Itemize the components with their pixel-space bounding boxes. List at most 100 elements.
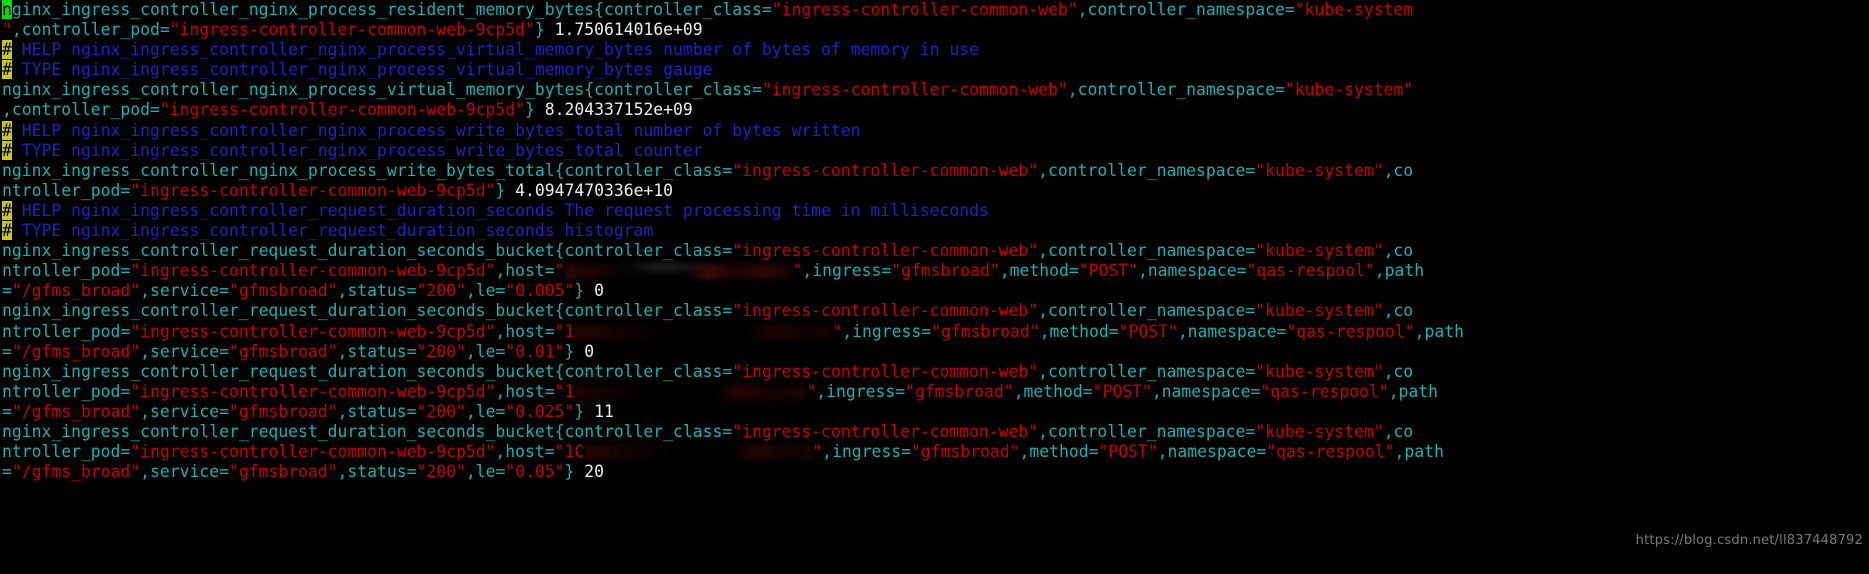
label-value-token: "POST" (1118, 321, 1178, 341)
metric-key-token: ,host= (495, 321, 555, 341)
label-value-token: "kube-system" (1255, 301, 1384, 321)
metric-key-token: ,namespace= (1151, 381, 1261, 401)
label-value-token: "qas-respool" (1246, 261, 1375, 281)
label-value-token: "1 (554, 321, 575, 341)
metric-key-token: nginx_ingress_controller_request_duratio… (2, 361, 733, 381)
metric-key-token: ginx_ingress_controller_nginx_process_re… (11, 0, 772, 19)
metric-key-token: = (2, 401, 12, 421)
metric-key-token: ntroller_pod= (2, 321, 131, 341)
metric-key-token: ntroller_pod= (2, 180, 131, 200)
metric-key-token: ,ingress= (822, 442, 911, 462)
sample-value-token: 0 (574, 341, 595, 361)
label-value-token: "/gfms_broad" (11, 281, 141, 301)
metric-key-token: ,status= (337, 462, 417, 482)
label-value-token: "/gfms_broad" (11, 341, 141, 361)
metric-key-token: ,host= (495, 261, 555, 281)
metric-key-token: ,host= (495, 381, 555, 401)
metrics-line: nginx_ingress_controller_request_duratio… (0, 301, 1869, 321)
comment-text: HELP nginx_ingress_controller_nginx_proc… (11, 40, 979, 60)
metric-key-token: ,controller_namespace= (1038, 421, 1256, 441)
label-value-token: " (554, 261, 565, 281)
comment-text: TYPE nginx_ingress_controller_nginx_proc… (11, 60, 713, 80)
label-value-token: "ingress-controller-common-web-9cp5d" (159, 100, 526, 120)
metrics-line: # HELP nginx_ingress_controller_request_… (0, 200, 1869, 221)
label-value-token: "gfmsbroad" (228, 341, 338, 361)
metric-key-token: ,path (1414, 321, 1465, 341)
metric-key-token: ,namespace= (1177, 321, 1287, 341)
label-value-token: "kube-system" (1255, 421, 1384, 441)
metric-key-token: } (525, 100, 535, 120)
label-value-token: "ingress-controller-common-web" (732, 160, 1039, 180)
metric-key-token: ,co (1383, 361, 1414, 381)
redacted-host-value (574, 384, 807, 400)
label-value-token: " (832, 321, 843, 341)
comment-hash-marker: # (2, 40, 12, 60)
terminal-output-pane[interactable]: nginx_ingress_controller_nginx_process_r… (0, 0, 1869, 574)
metrics-line: ntroller_pod="ingress-controller-common-… (0, 442, 1869, 462)
label-value-token: "200" (416, 401, 466, 421)
comment-text: TYPE nginx_ingress_controller_nginx_proc… (11, 140, 703, 160)
label-value-token: "ingress-controller-common-web" (732, 421, 1039, 441)
redacted-host-value (564, 264, 793, 280)
label-value-token: "ingress-controller-common-web-9cp5d" (169, 20, 535, 40)
metric-key-token: ,co (1383, 241, 1414, 261)
label-value-token: "/gfms_broad" (11, 401, 141, 421)
metric-key-token: ,service= (140, 341, 229, 361)
metric-key-token: ,namespace= (1137, 261, 1247, 281)
metrics-line: nginx_ingress_controller_request_duratio… (0, 422, 1869, 442)
label-value-token: "ingress-controller-common-web-9cp5d" (130, 180, 496, 200)
metric-key-token: ,method= (1039, 321, 1119, 341)
label-value-token: " (812, 442, 823, 462)
metric-key-token: ,le= (465, 341, 506, 361)
metric-key-token: ,co (1383, 301, 1414, 321)
terminal-cursor: n (2, 0, 12, 19)
metrics-line: ="/gfms_broad",service="gfmsbroad",statu… (0, 281, 1869, 301)
metrics-line: nginx_ingress_controller_nginx_process_w… (0, 161, 1869, 181)
metric-key-token: ,host= (495, 442, 555, 462)
comment-text: HELP nginx_ingress_controller_request_du… (11, 200, 989, 220)
label-value-token: "1C (554, 442, 585, 462)
metric-key-token: ,method= (1013, 381, 1093, 401)
label-value-token: "1 (554, 381, 575, 401)
label-value-token: " (2, 20, 12, 40)
label-value-token: "POST" (1092, 381, 1152, 401)
metric-key-token: ,service= (140, 401, 229, 421)
metrics-line: ntroller_pod="ingress-controller-common-… (0, 181, 1869, 201)
metrics-line: ="/gfms_broad",service="gfmsbroad",statu… (0, 342, 1869, 362)
metric-key-token: nginx_ingress_controller_request_duratio… (2, 241, 733, 261)
label-value-token: "qas-respool" (1260, 381, 1389, 401)
label-value-token: "ingress-controller-common-web" (732, 301, 1039, 321)
metric-key-token: ,service= (140, 281, 229, 301)
label-value-token: "gfmsbroad" (905, 381, 1014, 401)
label-value-token: "0.005" (505, 281, 575, 301)
metrics-line: # HELP nginx_ingress_controller_nginx_pr… (0, 40, 1869, 60)
metric-key-token: = (2, 462, 12, 482)
sample-value-token: 11 (584, 401, 614, 421)
metric-key-token: ,ingress= (816, 381, 906, 401)
label-value-token: "gfmsbroad" (910, 442, 1020, 462)
comment-hash-marker: # (2, 221, 12, 241)
sample-value-token: 1.750614016e+09 (544, 20, 703, 40)
comment-hash-marker: # (2, 200, 12, 220)
metric-key-token: ,service= (140, 462, 229, 482)
metric-key-token: ,ingress= (842, 321, 932, 341)
metric-key-token: nginx_ingress_controller_nginx_process_w… (2, 160, 733, 180)
metric-key-token: ,ingress= (802, 261, 892, 281)
label-value-token: "200" (416, 281, 466, 301)
metric-key-token: } (495, 180, 506, 200)
metric-key-token: ,controller_namespace= (1067, 80, 1285, 100)
metric-key-token: ,status= (337, 281, 417, 301)
metric-key-token: nginx_ingress_controller_request_duratio… (2, 421, 733, 441)
label-value-token: "ingress-controller-common-web" (761, 80, 1068, 100)
metric-key-token: ,status= (337, 401, 417, 421)
label-value-token: "ingress-controller-common-web-9cp5d" (130, 261, 496, 281)
metric-key-token: ,co (1383, 160, 1414, 180)
metric-key-token: = (2, 281, 12, 301)
label-value-token: "200" (416, 341, 466, 361)
label-value-token: "gfmsbroad" (891, 261, 1000, 281)
metrics-line: # TYPE nginx_ingress_controller_request_… (0, 221, 1869, 241)
label-value-token: "0.01" (505, 341, 565, 361)
metrics-line: # HELP nginx_ingress_controller_nginx_pr… (0, 120, 1869, 141)
metric-key-token: nginx_ingress_controller_request_duratio… (2, 301, 733, 321)
label-value-token: "gfmsbroad" (228, 462, 338, 482)
